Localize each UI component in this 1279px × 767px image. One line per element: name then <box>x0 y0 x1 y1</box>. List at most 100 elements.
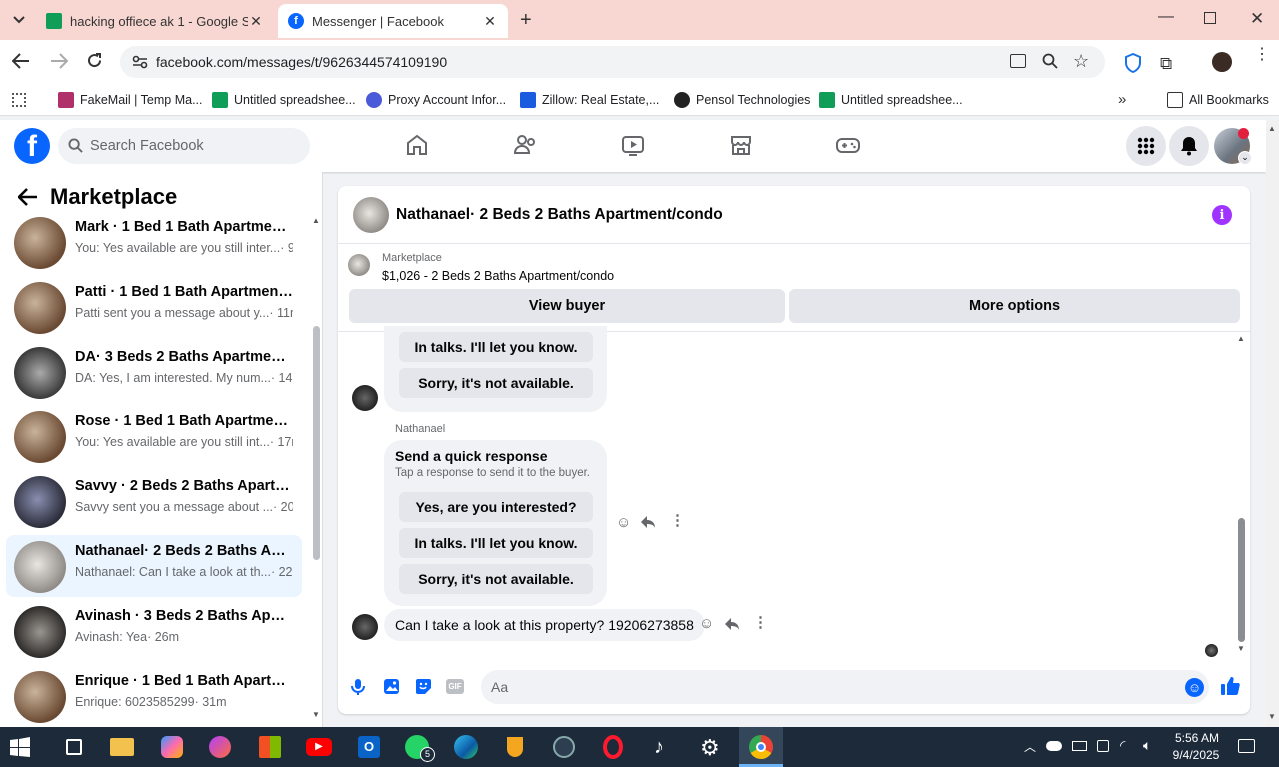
close-window-button[interactable]: ✕ <box>1250 9 1264 29</box>
bookmark-proxy[interactable]: Proxy Account Infor... <box>366 91 506 109</box>
info-button[interactable]: i <box>1212 205 1232 225</box>
settings-button[interactable]: ⚙ <box>697 733 725 761</box>
wifi-icon[interactable]: ◜ <box>1120 737 1125 754</box>
back-button[interactable] <box>12 53 30 69</box>
sidebar-scrollbar-thumb[interactable] <box>313 326 320 560</box>
app-button[interactable] <box>206 733 234 761</box>
more-actions-icon[interactable]: ⋮ <box>670 511 685 529</box>
show-hidden-icons[interactable]: ︿ <box>1024 738 1036 755</box>
tab-google-sheets[interactable]: hacking offiece ak 1 - Google Sh ✕ <box>36 4 274 38</box>
page-scrollbar[interactable]: ▲ ▼ <box>1266 120 1279 727</box>
scroll-down-arrow[interactable]: ▼ <box>1268 712 1276 721</box>
bookmark-pensol[interactable]: Pensol Technologies <box>674 91 810 109</box>
zoom-icon[interactable] <box>1042 53 1058 69</box>
bookmark-untitled-1[interactable]: Untitled spreadshee... <box>212 91 356 109</box>
sender-avatar[interactable] <box>352 385 378 411</box>
chat-scrollbar[interactable]: ▲ ▼ <box>1235 334 1247 656</box>
friends-nav[interactable] <box>512 132 538 158</box>
account-chevron-icon[interactable]: ⌄ <box>1238 151 1252 165</box>
menu-button[interactable] <box>1126 126 1166 166</box>
start-button[interactable] <box>10 737 30 757</box>
volume-icon[interactable]: 🔈︎ <box>1143 737 1151 754</box>
conversation-item[interactable]: Patti · 1 Bed 1 Bath Apartment/c... Patt… <box>6 276 302 338</box>
shield-extension-icon[interactable] <box>1124 53 1142 73</box>
home-nav[interactable] <box>404 132 430 158</box>
profile-avatar[interactable] <box>1212 52 1232 72</box>
bookmark-star-icon[interactable]: ☆ <box>1073 51 1089 72</box>
quick-reply-button[interactable]: In talks. I'll let you know. <box>399 332 593 362</box>
watch-nav[interactable] <box>620 132 646 158</box>
message-bubble[interactable]: Can I take a look at this property? 1920… <box>384 609 705 641</box>
extensions-icon[interactable]: ⧉ <box>1160 54 1172 74</box>
conversation-item[interactable]: Rose · 1 Bed 1 Bath Apartment/c... You: … <box>6 405 302 467</box>
scroll-down-arrow[interactable]: ▼ <box>312 710 320 719</box>
reply-icon[interactable] <box>640 515 656 529</box>
site-info-icon[interactable] <box>132 55 148 69</box>
bookmark-fakemail[interactable]: FakeMail | Temp Ma... <box>58 91 203 109</box>
more-bookmarks-icon[interactable]: » <box>1118 91 1126 108</box>
sidebar-scrollbar-track[interactable]: ▲ ▼ <box>310 216 322 720</box>
apps-icon[interactable] <box>12 93 26 107</box>
clock-date[interactable]: 9/4/2025 <box>1168 748 1224 762</box>
opera-button[interactable] <box>599 733 627 761</box>
conversation-item[interactable]: Savvy · 2 Beds 2 Baths Apartme... Savvy … <box>6 470 302 532</box>
marketplace-nav[interactable] <box>728 132 754 158</box>
facebook-logo[interactable]: f <box>14 128 50 164</box>
like-button[interactable] <box>1220 676 1240 696</box>
conversation-item[interactable]: Mark · 1 Bed 1 Bath Apartment/... You: Y… <box>6 211 302 273</box>
install-icon[interactable] <box>1010 54 1026 68</box>
scroll-up-arrow[interactable]: ▲ <box>312 216 320 225</box>
message-input[interactable]: Aa ☺ <box>481 670 1209 704</box>
chat-title[interactable]: Nathanael· 2 Beds 2 Baths Apartment/cond… <box>396 206 723 224</box>
more-options-button[interactable]: More options <box>789 289 1240 323</box>
scroll-down-arrow[interactable]: ▼ <box>1237 644 1245 653</box>
store-button[interactable] <box>256 733 284 761</box>
whatsapp-button[interactable]: 5 <box>403 733 435 762</box>
more-actions-icon[interactable]: ⋮ <box>753 613 768 631</box>
search-input[interactable]: Search Facebook <box>58 128 310 164</box>
browser-menu-icon[interactable]: ⋮ <box>1254 47 1270 63</box>
sender-avatar[interactable] <box>352 614 378 640</box>
chat-scrollbar-thumb[interactable] <box>1238 518 1245 642</box>
bookmark-untitled-2[interactable]: Untitled spreadshee... <box>819 91 963 109</box>
clock-time[interactable]: 5:56 AM <box>1172 731 1222 745</box>
task-view-button[interactable] <box>60 733 88 761</box>
reload-button[interactable] <box>86 52 103 69</box>
chrome-button-active[interactable] <box>739 727 783 767</box>
conversation-item[interactable]: Enrique · 1 Bed 1 Bath Apartmen... Enriq… <box>6 665 302 727</box>
battery-icon[interactable] <box>1072 741 1087 751</box>
medal-app-button[interactable] <box>501 733 529 761</box>
notification-center-icon[interactable] <box>1238 739 1255 753</box>
app-button[interactable] <box>550 733 578 761</box>
new-tab-button[interactable]: + <box>520 9 532 32</box>
conversation-item[interactable]: DA· 3 Beds 2 Baths Apartment/c... DA: Ye… <box>6 341 302 403</box>
address-bar[interactable]: facebook.com/messages/t/9626344574109190… <box>120 46 1105 78</box>
reply-icon[interactable] <box>724 617 740 631</box>
react-icon[interactable]: ☺ <box>616 514 631 531</box>
notifications-button[interactable] <box>1169 126 1209 166</box>
quick-reply-button[interactable]: In talks. I'll let you know. <box>399 528 593 558</box>
scroll-up-arrow[interactable]: ▲ <box>1268 124 1276 133</box>
back-arrow-button[interactable] <box>18 188 38 206</box>
file-explorer-button[interactable] <box>108 733 136 761</box>
gif-button[interactable]: GIF <box>446 679 464 694</box>
voice-clip-button[interactable] <box>351 678 365 696</box>
display-icon[interactable] <box>1097 740 1109 752</box>
conversation-item[interactable]: Avinash · 3 Beds 2 Baths Apart... Avinas… <box>6 600 302 662</box>
bookmark-zillow[interactable]: Zillow: Real Estate,... <box>520 91 659 109</box>
attach-photo-button[interactable] <box>383 678 400 695</box>
sticker-button[interactable] <box>415 678 432 695</box>
quick-reply-button[interactable]: Sorry, it's not available. <box>399 564 593 594</box>
chat-avatar[interactable] <box>353 197 389 233</box>
conversation-item-selected[interactable]: Nathanael· 2 Beds 2 Baths Apart... Natha… <box>6 535 302 597</box>
onedrive-icon[interactable] <box>1046 741 1062 751</box>
youtube-button[interactable]: ▶ <box>305 733 333 761</box>
close-tab-icon[interactable]: ✕ <box>482 13 498 30</box>
minimize-button[interactable]: — <box>1158 8 1174 26</box>
all-bookmarks[interactable]: All Bookmarks <box>1167 91 1269 109</box>
tab-list-dropdown[interactable] <box>8 10 30 30</box>
close-tab-icon[interactable]: ✕ <box>248 13 264 30</box>
forward-button[interactable] <box>50 53 68 69</box>
edge-button[interactable] <box>452 733 480 761</box>
emoji-button[interactable]: ☺ <box>1185 678 1204 697</box>
